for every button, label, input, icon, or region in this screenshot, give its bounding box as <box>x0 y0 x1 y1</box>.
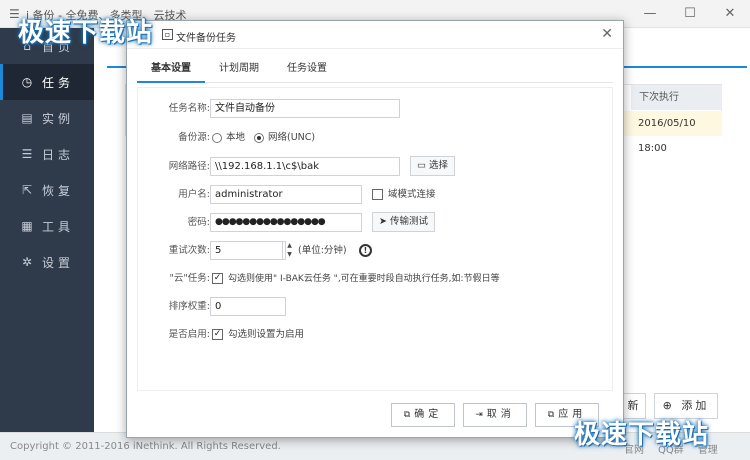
folder-icon: ▭ <box>417 160 426 171</box>
row-enabled: 是否启用: ✓ 勾选则设置为启用 <box>138 324 614 346</box>
source-label: 备份源: <box>178 132 210 143</box>
enabled-text: 勾选则设置为启用 <box>228 329 305 340</box>
dialog-titlebar: ▫ 文件备份任务 ✕ <box>127 21 623 49</box>
row-priority: 排序权重: 0 <box>138 296 614 318</box>
watermark-bottom: 极速下载站 <box>574 420 710 450</box>
row-cloud-task: "云"任务: ✓ 勾选则使用" I-BAK云任务 ",可在重要时段自动执行任务,… <box>138 268 614 290</box>
minimize-button[interactable]: — <box>630 0 670 28</box>
source-local-radio[interactable] <box>212 133 222 143</box>
source-local-label: 本地 <box>226 132 246 143</box>
instance-icon: ▤ <box>21 111 33 125</box>
sidebar: ⌂ 首页 ◷ 任务 ▤ 实例 ☰ 日志 ⇱ 恢复 ▦ 工具 ✲ 设置 <box>0 28 94 432</box>
cloud-task-text: 勾选则使用" I-BAK云任务 ",可在重要时段自动执行任务,如:节假日等 <box>228 274 500 284</box>
path-input[interactable]: \\192.168.1.1\c$\bak <box>210 157 400 176</box>
watermark-top: 极速下载站 <box>18 18 154 48</box>
sidebar-item-logs[interactable]: ☰ 日志 <box>0 136 94 172</box>
sidebar-item-restore[interactable]: ⇱ 恢复 <box>0 172 94 208</box>
dialog-title: 文件备份任务 <box>176 33 236 44</box>
task-name-label: 任务名称: <box>168 103 210 114</box>
ok-button[interactable]: ⧉ 确定 <box>391 403 455 427</box>
source-unc-label: 网络(UNC) <box>268 132 316 143</box>
copyright-text: Copyright © 2011-2016 iNethink. All Righ… <box>10 441 281 452</box>
row-username: 用户名: administrator 域模式连接 <box>138 184 614 206</box>
file-icon: ▫ <box>162 29 173 40</box>
path-label: 网络路径: <box>168 161 210 172</box>
domain-mode-label: 域模式连接 <box>388 189 436 200</box>
tab-schedule[interactable]: 计划周期 <box>205 57 273 83</box>
dialog-body: 任务名称: 文件自动备份 备份源: 本地 网络(UNC) 网络路径: \\192… <box>137 87 613 391</box>
username-input[interactable]: administrator <box>210 185 362 204</box>
row-password: 密码: ●●●●●●●●●●●●●●●● ➤ 传输测试 <box>138 212 614 234</box>
row-source: 备份源: 本地 网络(UNC) <box>138 127 614 149</box>
enabled-label: 是否启用: <box>168 329 210 340</box>
priority-input[interactable]: 0 <box>210 297 286 316</box>
cloud-task-label: "云"任务: <box>169 273 210 284</box>
retry-label: 重试次数: <box>168 245 210 256</box>
sidebar-item-tasks[interactable]: ◷ 任务 <box>0 64 94 100</box>
row-path: 网络路径: \\192.168.1.1\c$\bak ▭ 选择 <box>138 156 614 178</box>
restore-icon: ⇱ <box>21 183 33 197</box>
priority-label: 排序权重: <box>168 301 210 312</box>
enabled-checkbox[interactable]: ✓ <box>212 329 223 340</box>
send-icon: ➤ <box>379 216 387 227</box>
maximize-button[interactable]: ☐ <box>670 0 710 28</box>
ok-icon: ⧉ <box>403 410 411 420</box>
cloud-task-checkbox[interactable]: ✓ <box>212 273 223 284</box>
retry-input[interactable]: 5 <box>210 241 286 260</box>
column-header-next-run[interactable]: 下次执行 <box>631 85 722 110</box>
retry-stepper[interactable]: ▲ ▼ <box>282 241 296 260</box>
browse-button[interactable]: ▭ 选择 <box>410 156 456 176</box>
info-icon[interactable]: ! <box>359 244 372 257</box>
retry-unit: (单位:分钟) <box>298 245 347 256</box>
tab-task-settings[interactable]: 任务设置 <box>273 57 341 83</box>
transfer-test-button[interactable]: ➤ 传输测试 <box>372 212 436 232</box>
close-icon[interactable]: ✕ <box>601 26 613 42</box>
dialog-footer: ⧉ 确定 ⇥ 取消 ⧉ 应用 <box>127 393 623 437</box>
plus-icon: ⊕ <box>662 399 675 412</box>
password-input[interactable]: ●●●●●●●●●●●●●●●● <box>210 213 362 232</box>
sidebar-item-settings[interactable]: ✲ 设置 <box>0 244 94 280</box>
dialog-tabs: 基本设置 计划周期 任务设置 <box>137 57 613 83</box>
close-icon[interactable]: ✕ <box>710 0 750 28</box>
table-cell-next-run[interactable]: 2016/05/10 18:00 <box>631 111 722 154</box>
row-retry: 重试次数: 5 ▲ ▼ (单位:分钟) ! <box>138 240 614 262</box>
tab-basic-settings[interactable]: 基本设置 <box>137 57 205 83</box>
password-label: 密码: <box>187 217 210 228</box>
tools-icon: ▦ <box>21 219 33 233</box>
task-dialog: ▫ 文件备份任务 ✕ 基本设置 计划周期 任务设置 任务名称: 文件自动备份 备… <box>126 20 624 438</box>
cancel-button[interactable]: ⇥ 取消 <box>463 403 527 427</box>
sidebar-item-instances[interactable]: ▤ 实例 <box>0 100 94 136</box>
sidebar-item-tools[interactable]: ▦ 工具 <box>0 208 94 244</box>
row-task-name: 任务名称: 文件自动备份 <box>138 98 614 120</box>
source-unc-radio[interactable] <box>254 133 264 143</box>
gear-icon: ✲ <box>21 255 33 269</box>
log-icon: ☰ <box>21 147 33 161</box>
clock-icon: ◷ <box>21 75 33 89</box>
cancel-icon: ⇥ <box>475 410 483 420</box>
apply-icon: ⧉ <box>547 410 555 420</box>
domain-mode-checkbox[interactable] <box>372 189 383 200</box>
username-label: 用户名: <box>178 189 210 200</box>
task-name-input[interactable]: 文件自动备份 <box>210 99 400 118</box>
